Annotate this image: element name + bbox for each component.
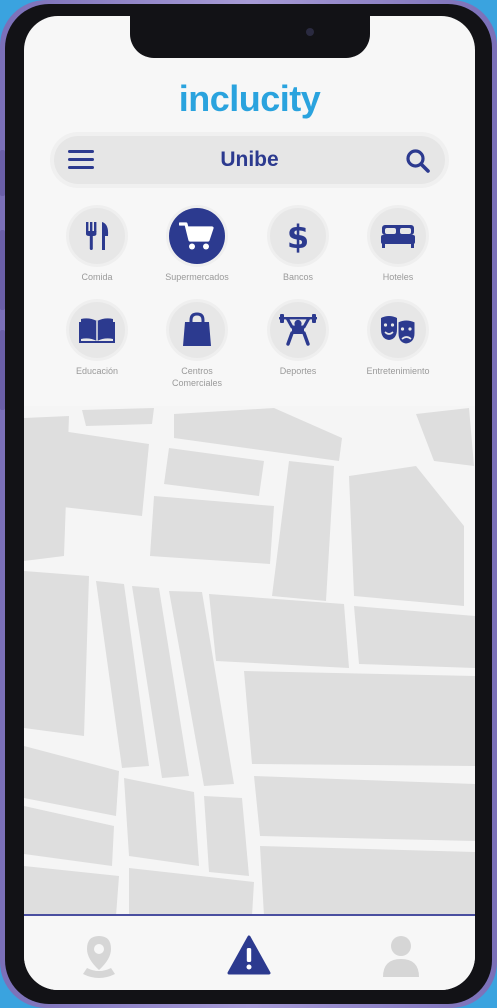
category-icon-circle: $ (270, 208, 326, 264)
category-label: Centros Comerciales (171, 366, 222, 388)
category-icon-circle (270, 302, 326, 358)
category-educacion[interactable]: Educación (47, 302, 147, 377)
category-hoteles[interactable]: Hoteles (348, 208, 448, 283)
category-comida[interactable]: Comida (47, 208, 147, 283)
shopping-cart-icon (179, 222, 214, 250)
category-icon-circle (69, 302, 125, 358)
user-icon (383, 936, 419, 977)
location-pin-icon (83, 936, 115, 978)
category-icon-circle (370, 302, 426, 358)
book-icon (79, 318, 115, 343)
search-location-title: Unibe (220, 148, 279, 171)
warning-icon (227, 935, 271, 975)
category-entretenimiento[interactable]: Entretenimiento (348, 302, 448, 377)
camera (306, 28, 314, 36)
category-icon-circle (169, 302, 225, 358)
category-centros-comerciales[interactable]: Centros Comerciales (147, 302, 247, 389)
shopping-bag-icon (183, 312, 211, 346)
utensils-icon (86, 222, 109, 250)
map-streets (24, 406, 475, 916)
category-label: Bancos (282, 272, 314, 282)
tab-alerts[interactable] (224, 934, 274, 980)
category-label: Supermercados (165, 272, 229, 282)
app-logo: inclucity (178, 78, 321, 119)
tab-location[interactable] (74, 934, 124, 980)
category-label: Educación (75, 366, 119, 376)
weightlifter-icon (279, 314, 317, 346)
search-bar[interactable]: Unibe (54, 136, 445, 184)
dollar-icon: $ (287, 218, 309, 254)
tab-profile[interactable] (376, 934, 426, 980)
map-view[interactable] (24, 406, 475, 916)
search-icon[interactable] (405, 148, 431, 174)
category-icon-circle (69, 208, 125, 264)
bed-icon (381, 225, 415, 248)
category-label: Entretenimiento (366, 366, 430, 376)
bottom-navigation (24, 914, 475, 990)
category-bancos[interactable]: $ Bancos (248, 208, 348, 283)
category-supermercados[interactable]: Supermercados (147, 208, 247, 283)
svg-text:$: $ (287, 218, 309, 254)
category-icon-circle (370, 208, 426, 264)
category-label: Hoteles (382, 272, 414, 282)
category-label: Comida (81, 272, 113, 282)
category-deportes[interactable]: Deportes (248, 302, 348, 377)
app-screen: inclucity Unibe Comida Supermercados $ B… (24, 16, 475, 990)
category-icon-circle (169, 208, 225, 264)
category-label: Deportes (279, 366, 317, 376)
theater-masks-icon (381, 316, 416, 345)
notch (130, 16, 370, 58)
